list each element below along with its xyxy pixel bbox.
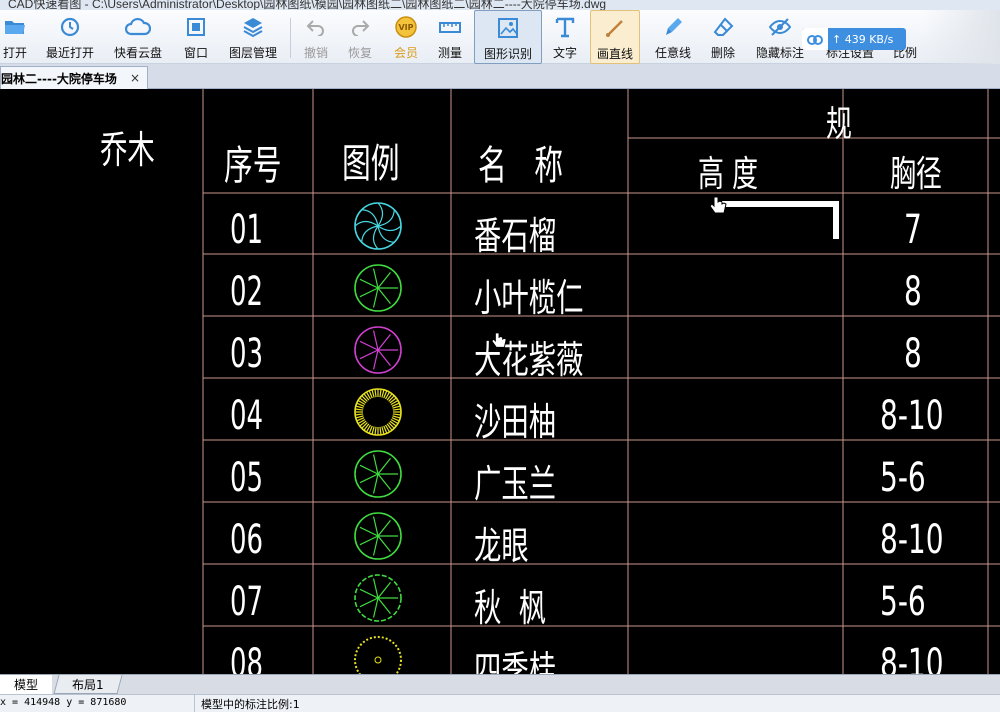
network-speed-label: ↑ 439 KB/s <box>832 32 894 46</box>
window-title: CAD快速看图 - C:\Users\Administrator\Desktop… <box>8 0 607 10</box>
vip-button[interactable]: VIP 会员 <box>390 10 422 64</box>
layers-icon <box>240 14 266 40</box>
annotation-scale-text: 模型中的标注比例:1 <box>194 695 300 712</box>
freehand-line-button[interactable]: 任意线 <box>652 10 694 64</box>
document-tab[interactable]: 园林二----大院停车场 × <box>0 66 148 89</box>
recent-files-button[interactable]: 最近打开 <box>40 10 100 64</box>
draw-line-button[interactable]: 画直线 <box>590 10 640 64</box>
delete-button[interactable]: 删除 <box>706 10 740 64</box>
svg-text:VIP: VIP <box>398 23 413 32</box>
text-t-icon <box>552 14 578 40</box>
drawing-canvas[interactable]: 乔木 序号 图例 名 称 规 高 度 胸径 01 番石榴 7 02 小叶榄仁 8 03 大花紫… <box>0 89 1000 674</box>
eye-hidden-icon <box>767 14 793 40</box>
cloud-icon <box>125 14 151 40</box>
tab-model[interactable]: 模型 <box>0 675 52 694</box>
cloud-disk-button[interactable]: 快看云盘 <box>110 10 166 64</box>
ribbon-toolbar: 打开 最近打开 快看云盘 窗口 图层管理 撤销 恢复 VIP 会员 测量 图形识… <box>0 10 1000 64</box>
window-icon <box>183 14 209 40</box>
layer-manager-button[interactable]: 图层管理 <box>224 10 282 64</box>
text-button[interactable]: 文字 <box>548 10 582 64</box>
cursor-coordinates: x = 414948 y = 871680 <box>0 697 127 708</box>
redo-button[interactable]: 恢复 <box>344 10 376 64</box>
blurred-overlay <box>922 10 1000 64</box>
document-tab-bar: 园林二----大院停车场 × <box>0 64 1000 89</box>
cloud-sync-icon <box>802 28 828 50</box>
hide-annotations-button[interactable]: 隐藏标注 <box>752 10 808 64</box>
eraser-icon <box>710 14 736 40</box>
close-tab-icon[interactable]: × <box>127 71 143 85</box>
line-pencil-icon <box>602 15 628 41</box>
layout-tab-bar: 模型 布局1 <box>0 674 1000 694</box>
redo-arrow-icon <box>347 14 373 40</box>
window-button[interactable]: 窗口 <box>180 10 212 64</box>
open-button[interactable]: 打开 <box>0 10 30 64</box>
undo-button[interactable]: 撤销 <box>300 10 332 64</box>
brush-icon <box>660 14 686 40</box>
vip-badge-icon: VIP <box>393 14 419 40</box>
history-clock-icon <box>57 14 83 40</box>
ruler-icon <box>437 14 463 40</box>
measure-button[interactable]: 测量 <box>434 10 466 64</box>
toolbar-separator <box>290 18 291 58</box>
cad-viewer-window: CAD快速看图 - C:\Users\Administrator\Desktop… <box>0 0 1000 712</box>
drawn-line-overlay <box>722 201 839 239</box>
image-recognize-icon <box>495 15 521 41</box>
folder-icon <box>2 14 28 40</box>
network-speed-widget[interactable]: ↑ 439 KB/s <box>802 28 906 50</box>
undo-arrow-icon <box>303 14 329 40</box>
title-bar: CAD快速看图 - C:\Users\Administrator\Desktop… <box>0 0 1000 10</box>
tab-layout1[interactable]: 布局1 <box>53 675 123 694</box>
shape-recognition-button[interactable]: 图形识别 <box>474 10 542 64</box>
status-bar: x = 414948 y = 871680 模型中的标注比例:1 <box>0 694 1000 712</box>
